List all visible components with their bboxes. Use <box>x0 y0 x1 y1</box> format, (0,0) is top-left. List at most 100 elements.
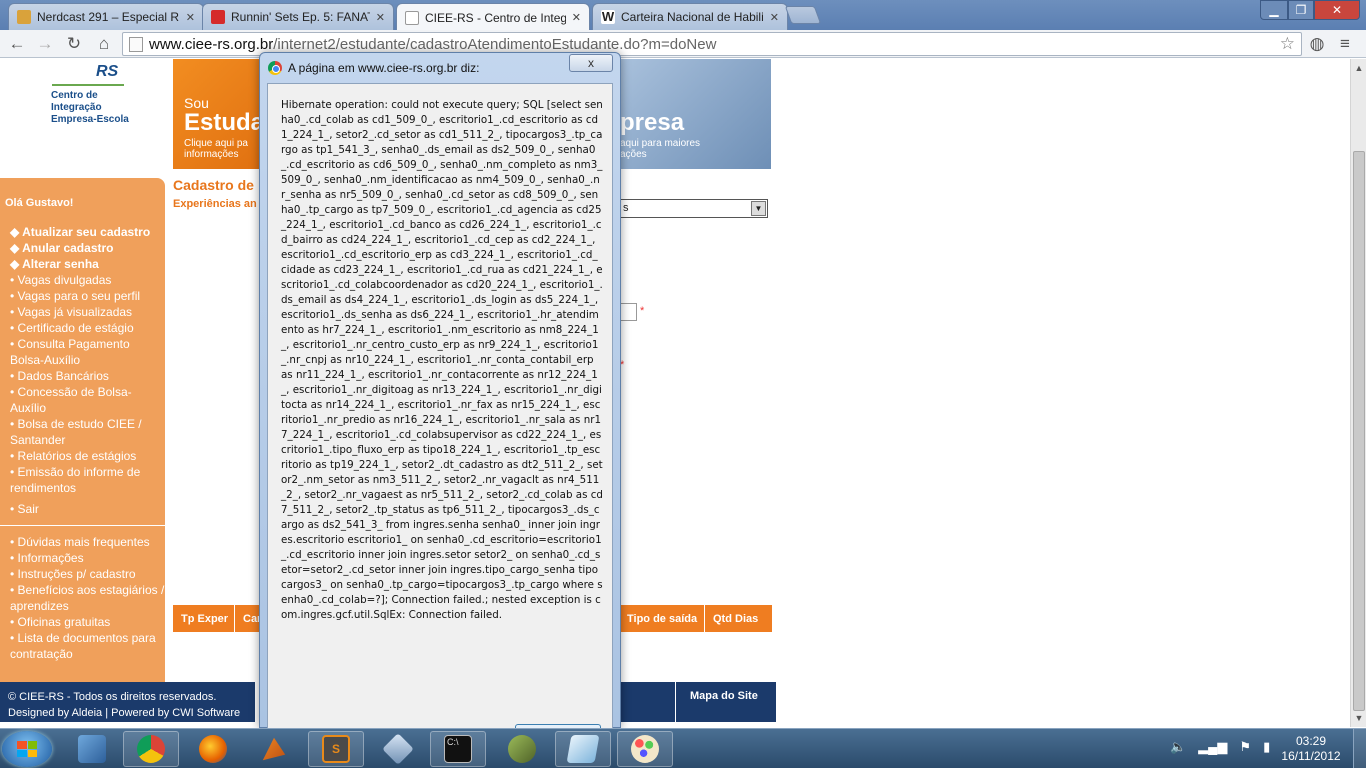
nerdcast-favicon-icon <box>17 10 31 24</box>
sidebar-item-bolsa-santander[interactable]: • Bolsa de estudo CIEE / Santander <box>0 416 165 448</box>
network-icon <box>78 735 106 763</box>
scroll-down-icon[interactable]: ▼ <box>1351 711 1366 725</box>
sidebar-item-concessao[interactable]: • Concessão de Bolsa-Auxílio <box>0 384 165 416</box>
column-tp-exper[interactable]: Tp Exper <box>173 605 235 632</box>
clock-date: 16/11/2012 <box>1281 749 1341 763</box>
experience-select[interactable]: s ▼ <box>620 199 768 218</box>
windows-logo-icon <box>17 741 37 757</box>
footer-credits: Designed by Aldeia | Powered by CWI Soft… <box>8 707 241 719</box>
ciee-logo[interactable]: RS Centro de Integração Empresa-Escola <box>48 59 168 139</box>
taskbar-network-app[interactable] <box>64 731 120 767</box>
taskbar-paint[interactable] <box>617 731 673 767</box>
maximize-button[interactable]: ❐ <box>1288 0 1314 20</box>
tab-ciee-rs[interactable]: CIEE-RS - Centro de Integ ✕ <box>396 3 590 31</box>
sidebar-item-consulta-pagamento[interactable]: • Consulta Pagamento Bolsa-Auxílio <box>0 336 165 368</box>
taskbar-network-share[interactable] <box>494 731 550 767</box>
close-tab-icon[interactable]: ✕ <box>376 11 385 24</box>
virtualbox-icon <box>382 733 414 765</box>
close-tab-icon[interactable]: ✕ <box>186 11 195 24</box>
sidebar-item-anular[interactable]: ◆ Anular cadastro <box>0 240 165 256</box>
tab-title: CIEE-RS - Centro de Integ <box>425 10 566 25</box>
forward-arrow-icon[interactable]: → <box>34 33 56 55</box>
close-tab-icon[interactable]: ✕ <box>770 11 779 24</box>
scroll-thumb[interactable] <box>1353 151 1365 711</box>
sidebar-item-vagas-perfil[interactable]: • Vagas para o seu perfil <box>0 288 165 304</box>
show-desktop-button[interactable] <box>1353 729 1366 768</box>
sidebar-item-certificado[interactable]: • Certificado de estágio <box>0 320 165 336</box>
firefox-icon <box>199 735 227 763</box>
bookmark-star-icon[interactable]: ☆ <box>1280 34 1295 54</box>
taskbar-cmd[interactable]: C:\ <box>430 731 486 767</box>
scroll-up-icon[interactable]: ▲ <box>1351 61 1366 75</box>
company-banner[interactable]: presa aqui para maiores ações <box>620 59 771 169</box>
column-qtd-dias[interactable]: Qtd Dias <box>705 605 772 632</box>
logo-name: Centro de Integração Empresa-Escola <box>51 90 129 125</box>
page-favicon-icon <box>405 10 419 25</box>
new-tab-button[interactable] <box>784 6 822 24</box>
home-icon[interactable]: ⌂ <box>93 33 115 55</box>
footer-copyright: © CIEE-RS - Todos os direitos reservados… <box>8 691 217 703</box>
banner-estudante: Estuda <box>184 109 265 136</box>
sidebar-item-informacoes[interactable]: • Informações <box>0 550 165 566</box>
windows-taskbar: S C:\ 🔈 ▂▄▆ ⚑ ▮ 03:29 16/11/2012 <box>0 728 1366 768</box>
matlab-icon <box>262 737 286 761</box>
reload-icon[interactable]: ↻ <box>63 33 85 55</box>
taskbar-matlab[interactable] <box>246 731 302 767</box>
sidebar-item-informe[interactable]: • Emissão do informe de rendimentos <box>0 464 165 496</box>
sidebar-item-atualizar[interactable]: ◆ Atualizar seu cadastro <box>0 224 165 240</box>
sidebar-item-sair[interactable]: • Sair <box>0 501 165 517</box>
youtube-favicon-icon <box>211 10 225 24</box>
sidebar-item-beneficios[interactable]: • Benefícios aos estagiários / aprendize… <box>0 582 165 614</box>
student-banner[interactable]: Sou Estuda Clique aqui pa informações <box>173 59 268 169</box>
system-clock[interactable]: 03:29 16/11/2012 <box>1276 734 1346 764</box>
text-field[interactable] <box>620 303 637 321</box>
page-icon <box>129 37 143 52</box>
taskbar-chrome[interactable] <box>123 731 179 767</box>
network-signal-icon[interactable]: ▂▄▆ <box>1198 739 1227 755</box>
settings-wrench-icon[interactable]: ≡ <box>1334 33 1356 55</box>
start-button[interactable] <box>2 731 52 767</box>
footer-right <box>620 682 776 722</box>
wikipedia-favicon-icon: W <box>601 9 615 24</box>
site-map-link[interactable]: Mapa do Site <box>690 690 758 702</box>
power-icon[interactable]: ▮ <box>1263 739 1270 755</box>
sidebar-item-oficinas[interactable]: • Oficinas gratuitas <box>0 614 165 630</box>
action-center-flag-icon[interactable]: ⚑ <box>1239 739 1251 755</box>
back-arrow-icon[interactable]: ← <box>6 33 28 55</box>
dialog-title: A página em www.ciee-rs.org.br diz: <box>288 61 480 75</box>
logo-line <box>52 84 124 86</box>
footer: © CIEE-RS - Todos os direitos reservados… <box>0 682 255 722</box>
column-tipo-saida[interactable]: Tipo de saída <box>619 605 705 632</box>
page-scrollbar[interactable]: ▲ ▼ <box>1350 59 1366 727</box>
dialog-message: Hibernate operation: could not execute q… <box>281 99 603 621</box>
sidebar-item-vagas-visualizadas[interactable]: • Vagas já visualizadas <box>0 304 165 320</box>
tab-runnin-sets[interactable]: Runnin' Sets Ep. 5: FANAT ✕ <box>202 3 394 30</box>
sidebar-item-documentos[interactable]: • Lista de documentos para contratação <box>0 630 165 662</box>
close-window-button[interactable]: ✕ <box>1314 0 1360 20</box>
network-share-icon <box>508 735 536 763</box>
sidebar-item-vagas-divulgadas[interactable]: • Vagas divulgadas <box>0 272 165 288</box>
taskbar-sublime[interactable]: S <box>308 731 364 767</box>
sublime-text-icon: S <box>322 735 350 763</box>
sidebar-item-dados-bancarios[interactable]: • Dados Bancários <box>0 368 165 384</box>
tab-carteira-nacional[interactable]: W Carteira Nacional de Habili ✕ <box>592 3 788 30</box>
sidebar-item-alterar-senha[interactable]: ◆ Alterar senha <box>0 256 165 272</box>
volume-icon[interactable]: 🔈 <box>1170 739 1186 755</box>
sidebar-item-duvidas[interactable]: • Dúvidas mais frequentes <box>0 534 165 550</box>
tab-nerdcast[interactable]: Nerdcast 291 – Especial RPG ✕ <box>8 3 204 30</box>
taskbar-firefox[interactable] <box>185 731 241 767</box>
dialog-close-button[interactable]: x <box>569 54 613 72</box>
select-value: s <box>623 202 629 214</box>
minimize-button[interactable]: ▁ <box>1260 0 1288 20</box>
sidebar-item-relatorios[interactable]: • Relatórios de estágios <box>0 448 165 464</box>
taskbar-notepad[interactable] <box>555 731 611 767</box>
close-tab-icon[interactable]: ✕ <box>572 11 581 24</box>
browser-toolbar: ← → ↻ ⌂ www.ciee-rs.org.br/internet2/est… <box>0 30 1366 58</box>
taskbar-virtualbox[interactable] <box>370 731 426 767</box>
dropdown-arrow-icon[interactable]: ▼ <box>751 201 766 216</box>
extension-globe-icon[interactable]: ◍ <box>1306 33 1328 55</box>
page-title: Cadastro de <box>173 177 254 193</box>
dialog-body: Hibernate operation: could not execute q… <box>267 83 613 732</box>
sidebar-divider <box>0 525 165 526</box>
sidebar-item-instrucoes[interactable]: • Instruções p/ cadastro <box>0 566 165 582</box>
